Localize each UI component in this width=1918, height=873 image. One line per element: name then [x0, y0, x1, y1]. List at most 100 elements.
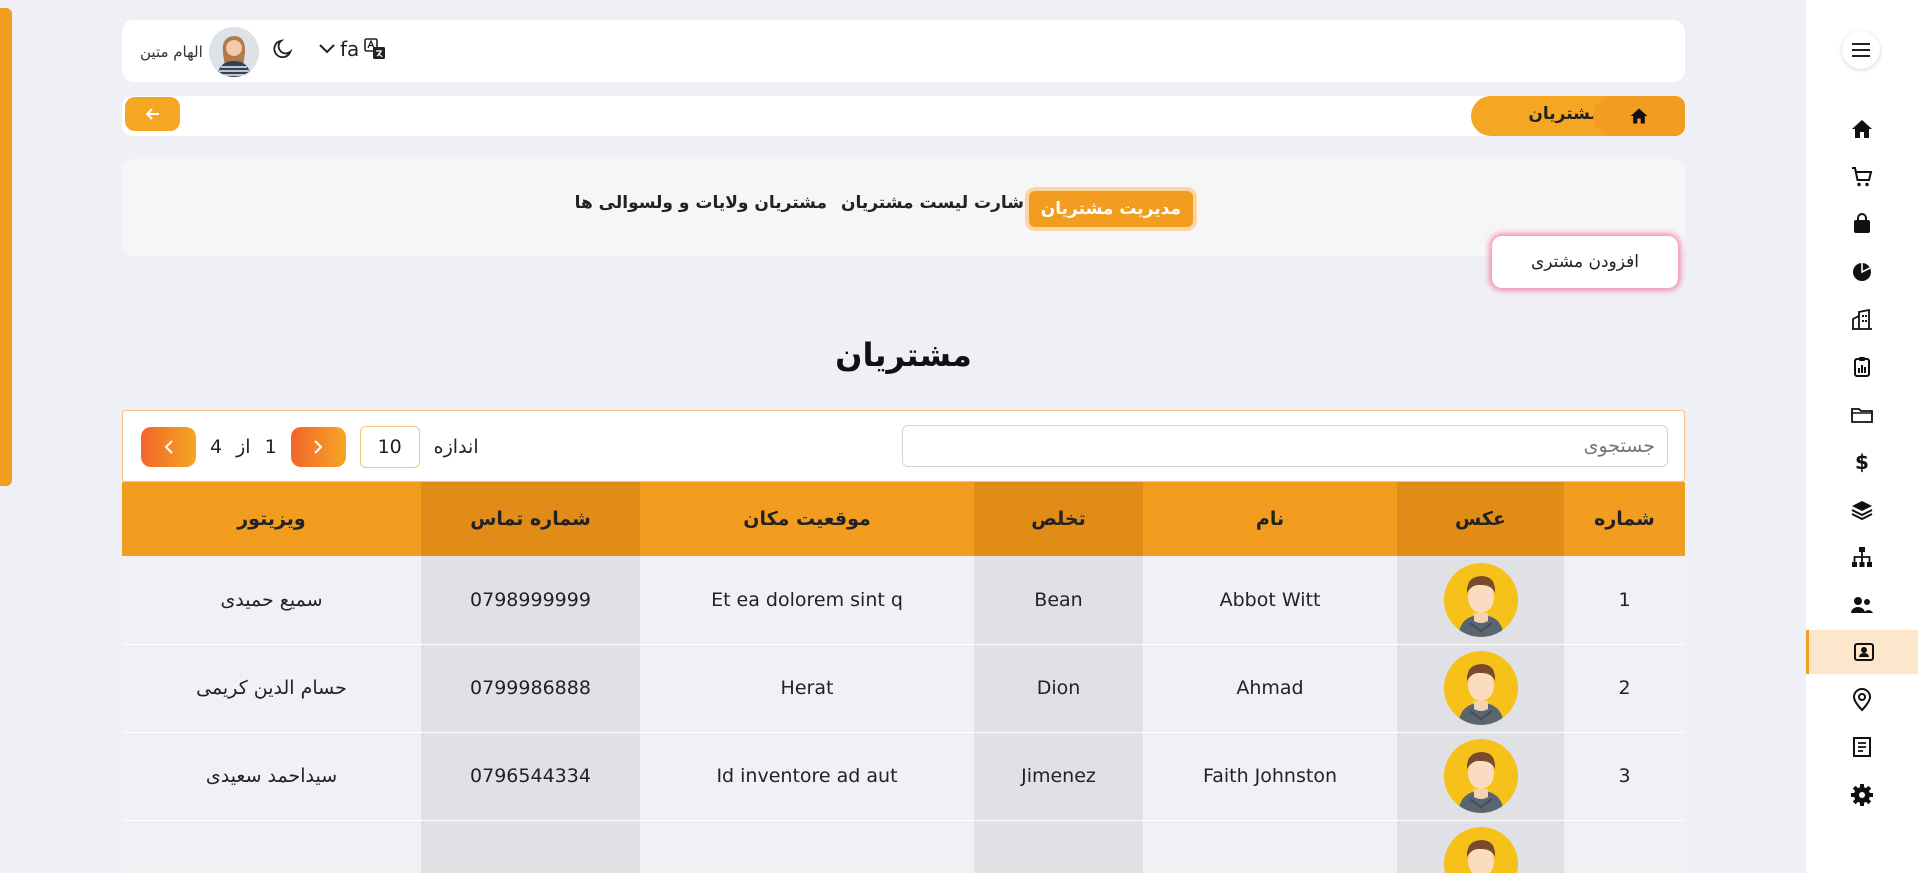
location-pin-icon: [1852, 688, 1872, 712]
table-header-row: شماره عکس نام تخلص موقعیت مکان شماره تما…: [122, 482, 1685, 556]
chevron-down-icon: [319, 44, 335, 54]
column-header-visitor[interactable]: ویزیتور: [122, 482, 421, 556]
cell-phone: 0796544334: [421, 732, 640, 821]
table-row[interactable]: [122, 820, 1685, 873]
page-title: مشتریان: [835, 336, 972, 374]
chevron-right-icon: [314, 440, 323, 454]
cell-number: 3: [1564, 732, 1685, 821]
cell-number: 2: [1564, 644, 1685, 733]
cell-lastname: [974, 820, 1143, 873]
sidebar-item-files[interactable]: [1806, 393, 1918, 437]
sidebar-item-cart[interactable]: [1806, 155, 1918, 199]
page-size-input[interactable]: [359, 426, 420, 468]
sidebar-item-customers[interactable]: [1806, 630, 1918, 674]
dark-mode-toggle[interactable]: [272, 38, 294, 64]
customer-avatar: [1443, 827, 1518, 873]
cell-location: Id inventore ad aut: [640, 732, 974, 821]
column-header-name[interactable]: نام: [1143, 482, 1397, 556]
pie-chart-icon: [1853, 263, 1871, 281]
tab-customer-chart[interactable]: شارت لیست مشتریان: [841, 193, 1024, 213]
customers-table: شماره عکس نام تخلص موقعیت مکان شماره تما…: [122, 482, 1685, 873]
document-icon: [1853, 737, 1871, 757]
breadcrumb: مشتریان: [1471, 96, 1685, 136]
column-header-phone[interactable]: شماره تماس: [421, 482, 640, 556]
cell-photo: [1397, 556, 1564, 645]
tab-provinces-customers[interactable]: مشتریان ولایات و ولسوالی ها: [575, 193, 827, 213]
home-icon: [1852, 120, 1872, 138]
column-header-photo[interactable]: عکس: [1397, 482, 1564, 556]
table-row[interactable]: 3 Faith Johnston Jimenez Id inventore ad…: [122, 732, 1685, 821]
cell-photo: [1397, 732, 1564, 821]
column-header-location[interactable]: موقعیت مکان: [640, 482, 974, 556]
sidebar-item-bag[interactable]: [1806, 202, 1918, 246]
language-code: fa: [340, 37, 360, 61]
translate-icon: [364, 38, 386, 59]
sidebar-item-finance[interactable]: $: [1806, 440, 1918, 484]
customer-avatar: [1443, 562, 1518, 637]
cell-visitor: سمیع حمیدی: [122, 556, 421, 645]
cell-name: [1143, 820, 1397, 873]
tab-customer-management[interactable]: مدیریت مشتریان: [1024, 187, 1197, 231]
cell-phone: 0799986888: [421, 644, 640, 733]
cell-visitor: حسام الدین کریمی: [122, 644, 421, 733]
cell-name: Faith Johnston: [1143, 732, 1397, 821]
top-bar: الهام متین fa: [122, 20, 1685, 82]
current-page: 1: [264, 436, 277, 458]
sidebar: $: [1806, 0, 1918, 873]
cell-phone: 0798999999: [421, 556, 640, 645]
users-icon: [1851, 597, 1873, 613]
breadcrumb-home[interactable]: [1593, 96, 1685, 136]
language-selector[interactable]: fa: [318, 37, 387, 61]
cell-phone: [421, 820, 640, 873]
search-input[interactable]: [902, 425, 1668, 467]
user-avatar[interactable]: [208, 27, 259, 77]
add-customer-button[interactable]: افزودن مشتری: [1492, 236, 1678, 288]
user-profile[interactable]: الهام متین: [140, 27, 259, 77]
menu-toggle-button[interactable]: [1842, 31, 1880, 69]
cell-location: Et ea dolorem sint q: [640, 556, 974, 645]
cell-number: 1: [1564, 556, 1685, 645]
dollar-icon: $: [1855, 450, 1869, 474]
cell-photo: [1397, 644, 1564, 733]
sidebar-item-branches[interactable]: [1806, 298, 1918, 342]
of-label: از: [236, 436, 251, 458]
cart-icon: [1852, 167, 1873, 187]
svg-text:$: $: [1855, 450, 1869, 474]
building-icon: [1852, 308, 1872, 330]
back-button[interactable]: [125, 97, 180, 131]
sidebar-item-reports[interactable]: [1806, 250, 1918, 294]
column-header-number[interactable]: شماره: [1564, 482, 1685, 556]
gear-icon: [1851, 784, 1873, 806]
org-chart-icon: [1852, 547, 1872, 567]
page-scrollbar[interactable]: [0, 8, 12, 486]
hamburger-icon: [1852, 43, 1870, 57]
column-header-lastname[interactable]: تخلص: [974, 482, 1143, 556]
customer-avatar: [1443, 739, 1518, 813]
prev-page-button[interactable]: [141, 427, 196, 467]
customer-avatar: [1443, 651, 1518, 725]
next-page-button[interactable]: [290, 427, 346, 467]
filter-bar: 4 از 1 اندازه: [122, 410, 1685, 482]
cell-number: [1564, 820, 1685, 873]
sidebar-item-structure[interactable]: [1806, 535, 1918, 579]
sidebar-item-settings[interactable]: [1806, 773, 1918, 817]
sidebar-item-tasks[interactable]: [1806, 345, 1918, 389]
breadcrumb-current: مشتریان: [1528, 104, 1601, 124]
sidebar-item-documents[interactable]: [1806, 725, 1918, 769]
arrow-left-icon: [145, 108, 159, 120]
bag-icon: [1854, 213, 1870, 233]
cell-name: Abbot Witt: [1143, 556, 1397, 645]
cell-visitor: سیداحمد سعیدی: [122, 732, 421, 821]
cell-photo: [1397, 820, 1564, 873]
table-row[interactable]: 2 Ahmad Dion Herat 0799986888 حسام الدین…: [122, 644, 1685, 733]
tab-bar: مدیریت مشتریان شارت لیست مشتریان مشتریان…: [122, 159, 1685, 256]
sidebar-item-locations[interactable]: [1806, 678, 1918, 722]
chevron-left-icon: [164, 440, 173, 454]
cell-lastname: Jimenez: [974, 732, 1143, 821]
sidebar-item-inventory[interactable]: [1806, 488, 1918, 532]
sidebar-item-users[interactable]: [1806, 583, 1918, 627]
table-row[interactable]: 1 Abbot Witt Bean Et ea dolorem sint q 0…: [122, 556, 1685, 645]
cell-lastname: Dion: [974, 644, 1143, 733]
page-size-label: اندازه: [433, 436, 479, 458]
sidebar-item-home[interactable]: [1806, 107, 1918, 151]
